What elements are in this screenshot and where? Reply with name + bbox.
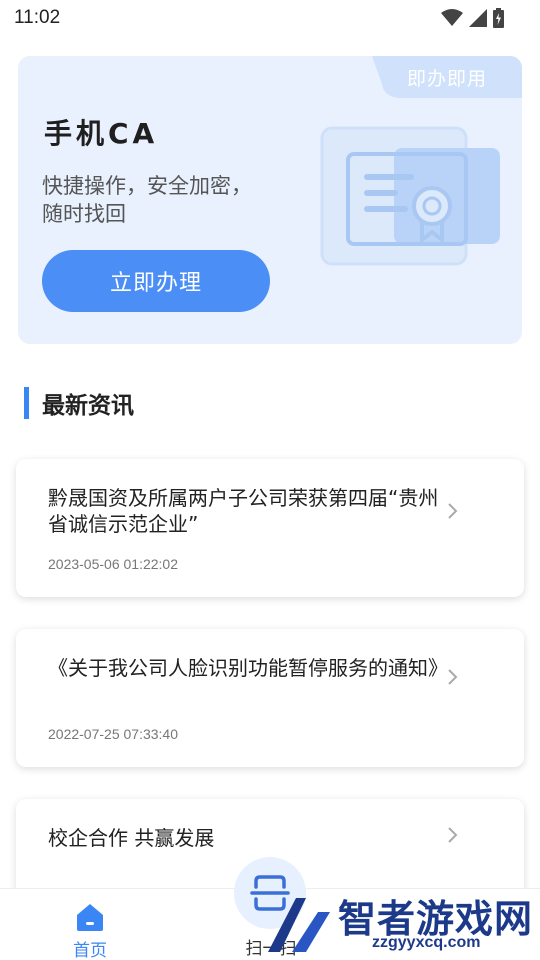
news-section-header: 最新资讯 [24, 386, 134, 420]
apply-now-button[interactable]: 立即办理 [42, 250, 270, 312]
wifi-icon [441, 9, 463, 26]
news-title: 《关于我公司人脸识别功能暂停服务的通知》 [48, 656, 448, 680]
ca-tag: 即办即用 [406, 67, 487, 90]
signal-icon [469, 9, 487, 27]
news-date: 2023-05-06 01:22:02 [48, 556, 178, 572]
ca-description: 快捷操作，安全加密，随时找回 [42, 174, 252, 226]
watermark-url: zzgyyxcq.com [372, 934, 481, 951]
status-icons [441, 8, 504, 28]
news-card[interactable]: 《关于我公司人脸识别功能暂停服务的通知》 2022-07-25 07:33:40 [16, 629, 524, 767]
ca-title: 手机CA [44, 117, 159, 150]
home-icon [77, 904, 103, 931]
chevron-right-icon [448, 669, 458, 685]
watermark-logo-icon [268, 898, 330, 952]
watermark: 智者游戏网 zzgyyxcq.com [262, 890, 540, 960]
battery-charging-icon [493, 8, 504, 28]
news-title: 校企合作 共赢发展 [48, 826, 215, 850]
news-date: 2022-07-25 07:33:40 [48, 726, 178, 742]
certificate-icon [320, 126, 500, 266]
chevron-right-icon [448, 503, 458, 519]
ca-promo-card: 即办即用 手机CA 快捷操作，安全加密，随时找回 立即办理 [18, 56, 522, 344]
status-bar: 11:02 [0, 0, 540, 36]
chevron-right-icon [448, 827, 458, 843]
status-time: 11:02 [14, 7, 61, 28]
news-card[interactable]: 黔晟国资及所属两户子公司荣获第四届“贵州省诚信示范企业” 2023-05-06 … [16, 459, 524, 597]
news-title: 黔晟国资及所属两户子公司荣获第四届“贵州省诚信示范企业” [48, 486, 439, 536]
section-title: 最新资讯 [42, 393, 134, 419]
section-accent-bar [24, 387, 29, 419]
nav-item-home[interactable]: 首页 [60, 900, 120, 960]
home-label: 首页 [73, 941, 107, 960]
